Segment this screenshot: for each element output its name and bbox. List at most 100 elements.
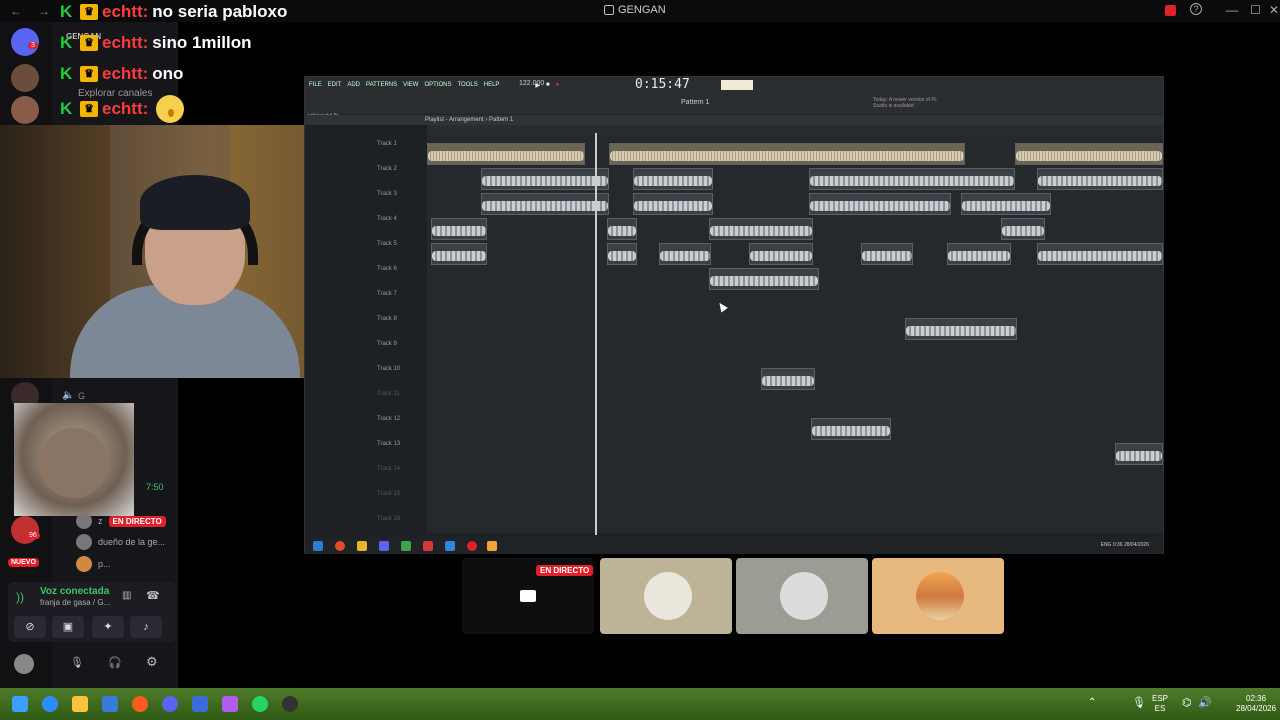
track-label[interactable]: Track 11 bbox=[377, 391, 400, 397]
playlist-grid[interactable] bbox=[427, 135, 1163, 533]
menu-edit[interactable]: EDIT bbox=[328, 82, 342, 88]
audio-clip[interactable] bbox=[427, 143, 585, 165]
discord-icon[interactable] bbox=[379, 541, 389, 551]
timeline-ruler[interactable] bbox=[427, 125, 1163, 135]
time-display[interactable]: 0:15:47 bbox=[635, 77, 690, 92]
network-icon[interactable]: ⌬ bbox=[1182, 696, 1192, 709]
voice-channel[interactable]: franja de gasa / G... bbox=[40, 598, 110, 607]
track-label[interactable]: Track 3 bbox=[377, 191, 397, 197]
audio-clip[interactable] bbox=[1001, 218, 1045, 240]
audio-clip[interactable] bbox=[961, 193, 1051, 215]
avatar[interactable] bbox=[14, 654, 34, 674]
vc-participant[interactable]: p... bbox=[76, 556, 111, 572]
forward-button[interactable]: → bbox=[38, 4, 50, 18]
disconnect-icon[interactable]: ☎ bbox=[146, 589, 160, 602]
menu-view[interactable]: VIEW bbox=[403, 82, 418, 88]
chrome-icon[interactable] bbox=[335, 541, 345, 551]
brave-icon[interactable] bbox=[132, 696, 148, 712]
audio-clip[interactable] bbox=[1037, 168, 1163, 190]
language-indicator[interactable]: ESP ES bbox=[1152, 694, 1168, 714]
participant-tile[interactable] bbox=[872, 558, 1004, 634]
audio-clip[interactable] bbox=[809, 168, 1015, 190]
track-label[interactable]: Track 13 bbox=[377, 441, 400, 447]
app-icon[interactable] bbox=[423, 541, 433, 551]
app-icon[interactable] bbox=[401, 541, 411, 551]
soundboard-icon[interactable]: ▥ bbox=[122, 590, 131, 601]
track-label[interactable]: Track 8 bbox=[377, 316, 397, 322]
track-label[interactable]: Track 10 bbox=[377, 366, 400, 372]
audio-clip[interactable] bbox=[709, 218, 813, 240]
audio-clip[interactable] bbox=[481, 193, 609, 215]
audio-clip[interactable] bbox=[1115, 443, 1163, 465]
track-label[interactable]: Track 16 bbox=[377, 516, 400, 522]
tray-mic-icon[interactable]: 🎙 bbox=[1132, 696, 1146, 709]
camera-off-button[interactable]: ⊘ bbox=[14, 616, 46, 638]
audio-clip[interactable] bbox=[749, 243, 813, 265]
audio-clip[interactable] bbox=[1015, 143, 1163, 165]
audio-clip[interactable] bbox=[431, 218, 487, 240]
audio-clip[interactable] bbox=[607, 218, 637, 240]
whatsapp-icon[interactable] bbox=[252, 696, 268, 712]
update-hint[interactable]: Today: A newer version of FL Studio is a… bbox=[873, 97, 943, 109]
track-label[interactable]: Track 5 bbox=[377, 241, 397, 247]
audio-clip[interactable] bbox=[811, 418, 891, 440]
audio-clip[interactable] bbox=[761, 368, 815, 390]
menu-help[interactable]: HELP bbox=[484, 82, 500, 88]
tempo-display[interactable]: 122.000 bbox=[519, 80, 544, 87]
pattern-selector[interactable]: Pattern 1 bbox=[681, 99, 709, 106]
menu-options[interactable]: OPTIONS bbox=[424, 82, 451, 88]
vc-participant[interactable]: dueño de la ge... bbox=[76, 534, 165, 550]
vc-participant[interactable]: z EN DIRECTO bbox=[76, 513, 166, 529]
audio-clip[interactable] bbox=[861, 243, 913, 265]
screenshare-tile[interactable]: EN DIRECTO bbox=[462, 558, 594, 634]
obs-icon[interactable] bbox=[282, 696, 298, 712]
app-icon[interactable] bbox=[467, 541, 477, 551]
track-label[interactable]: Track 15 bbox=[377, 491, 400, 497]
fl-studio-icon[interactable] bbox=[487, 541, 497, 551]
soundboard-button[interactable]: ♪ bbox=[130, 616, 162, 638]
activities-button[interactable]: ✦ bbox=[92, 616, 124, 638]
track-label[interactable]: Track 12 bbox=[377, 416, 400, 422]
discord-icon[interactable] bbox=[162, 696, 178, 712]
track-label[interactable]: Track 1 bbox=[377, 141, 397, 147]
menu-tools[interactable]: TOOLS bbox=[458, 82, 478, 88]
audio-clip[interactable] bbox=[709, 268, 819, 290]
inbox-icon[interactable] bbox=[1165, 5, 1176, 16]
track-label[interactable]: Track 2 bbox=[377, 166, 397, 172]
audio-clip[interactable] bbox=[609, 143, 965, 165]
server-icon[interactable] bbox=[11, 516, 39, 544]
edge-icon[interactable] bbox=[42, 696, 58, 712]
tray-language[interactable]: ENG bbox=[1101, 542, 1112, 548]
participant-tile[interactable] bbox=[600, 558, 732, 634]
windows-start-icon[interactable] bbox=[12, 696, 28, 712]
app-icon[interactable] bbox=[222, 696, 238, 712]
back-button[interactable]: ← bbox=[10, 4, 22, 18]
audio-clip[interactable] bbox=[809, 193, 951, 215]
server-icon[interactable] bbox=[11, 64, 39, 92]
audio-clip[interactable] bbox=[481, 168, 609, 190]
help-icon[interactable]: ? bbox=[1190, 3, 1202, 15]
minimize-button[interactable]: — bbox=[1226, 3, 1238, 17]
headset-icon[interactable]: 🎧 bbox=[108, 656, 122, 669]
app-icon[interactable] bbox=[445, 541, 455, 551]
audio-clip[interactable] bbox=[659, 243, 711, 265]
app-icon[interactable] bbox=[192, 696, 208, 712]
audio-clip[interactable] bbox=[1037, 243, 1163, 265]
playhead[interactable] bbox=[595, 133, 597, 535]
audio-clip[interactable] bbox=[633, 193, 713, 215]
audio-clip[interactable] bbox=[947, 243, 1011, 265]
maximize-button[interactable]: ☐ bbox=[1250, 3, 1261, 17]
volume-icon[interactable]: 🔊 bbox=[1198, 696, 1212, 709]
audio-clip[interactable] bbox=[431, 243, 487, 265]
menu-file[interactable]: FILE bbox=[309, 82, 322, 88]
track-label[interactable]: Track 6 bbox=[377, 266, 397, 272]
vc-user-video[interactable] bbox=[14, 403, 134, 516]
record-icon[interactable]: ● bbox=[556, 82, 560, 88]
audio-clip[interactable] bbox=[905, 318, 1017, 340]
windows-start-icon[interactable] bbox=[313, 541, 323, 551]
track-label[interactable]: Track 14 bbox=[377, 466, 400, 472]
voice-signal-icon[interactable]: )) bbox=[16, 590, 30, 604]
clock[interactable]: 02:36 28/04/2026 bbox=[1236, 694, 1276, 714]
track-label[interactable]: Track 9 bbox=[377, 341, 397, 347]
menu-patterns[interactable]: PATTERNS bbox=[366, 82, 397, 88]
